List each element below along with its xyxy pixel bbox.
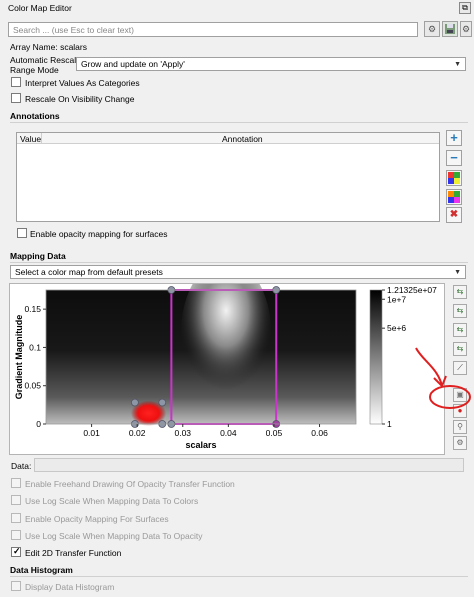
chevron-down-icon: ▼: [454, 269, 461, 276]
heatmap-chart[interactable]: 0.01 0.02 0.03 0.04 0.05 0.06 0 0.05 0.1 0.15 scal…: [10, 260, 446, 456]
mapping-separator: [10, 262, 468, 263]
edit-2d-tf-label: Edit 2D Transfer Function: [25, 548, 122, 558]
rescale-visibility-label: Rescale On Visibility Change: [25, 94, 135, 104]
edit-2d-tf-checkbox[interactable]: ✓: [11, 546, 21, 557]
log-opacity-checkbox[interactable]: [11, 530, 21, 540]
rescale-mode-value: Grow and update on 'Apply': [81, 59, 185, 69]
preset-select[interactable]: Select a color map from default presets …: [10, 265, 466, 279]
colorbar-tick-label: 1e+7: [387, 294, 406, 304]
rescale-label-line1: Automatic Rescale: [10, 55, 81, 65]
x-tick-label: 0.01: [83, 428, 100, 438]
annotations-heading: Annotations: [10, 111, 60, 121]
chevron-down-icon: ▼: [454, 61, 461, 68]
rescale-mode-select[interactable]: Grow and update on 'Apply' ▼: [76, 57, 466, 71]
preset-select-value: Select a color map from default presets: [15, 267, 163, 277]
delete-annotations-button[interactable]: ✖: [446, 207, 462, 223]
control-point-handle: [158, 398, 167, 407]
colorbar-tick-label: 5e+6: [387, 323, 406, 333]
y-tick-label: 0.15: [24, 304, 41, 314]
annotations-table-header: Value Annotation: [17, 133, 439, 144]
x-tick-label: 0.06: [311, 428, 328, 438]
gear-icon[interactable]: ⚙: [424, 21, 440, 37]
y-tick-label: 0.1: [29, 342, 41, 352]
display-histogram-checkbox[interactable]: [11, 581, 21, 591]
checkmark-icon: ✓: [13, 546, 21, 556]
log-colors-checkbox[interactable]: [11, 495, 21, 505]
mapping-data-heading: Mapping Data: [10, 251, 66, 261]
colorbar-tick-label: 1: [387, 419, 392, 429]
interpret-categories-label: Interpret Values As Categories: [25, 78, 140, 88]
log-opacity-label: Use Log Scale When Mapping Data To Opaci…: [25, 531, 203, 541]
opacity-surfaces-label: Enable opacity mapping for surfaces: [30, 229, 168, 239]
interpret-categories-checkbox[interactable]: [11, 77, 21, 87]
save-preset-icon[interactable]: [442, 21, 458, 37]
log-colors-label: Use Log Scale When Mapping Data To Color…: [25, 496, 199, 506]
x-tick-label: 0.05: [266, 428, 283, 438]
data-label: Data:: [11, 461, 32, 471]
rescale-to-data-icon[interactable]: ⇆: [453, 285, 467, 299]
x-axis-label: scalars: [185, 440, 216, 450]
freehand-checkbox[interactable]: [11, 478, 21, 488]
x-tick-label: 0.03: [174, 428, 191, 438]
gear-icon[interactable]: ⚙: [453, 436, 467, 450]
title-bar: Color Map Editor ⧉: [0, 0, 474, 18]
annotations-table[interactable]: Value Annotation: [16, 132, 440, 222]
window-title: Color Map Editor: [8, 3, 72, 13]
float-window-button[interactable]: ⧉: [459, 2, 471, 14]
histogram-separator: [10, 576, 468, 577]
annotations-separator: [10, 122, 468, 123]
rescale-label-line2: Range Mode: [10, 65, 59, 75]
opacity-surfaces-checkbox[interactable]: [17, 228, 27, 238]
y-axis-label: Gradient Magnitude: [14, 315, 24, 400]
freehand-label: Enable Freehand Drawing Of Opacity Trans…: [25, 479, 235, 489]
rescale-visible-icon[interactable]: ⇆: [453, 323, 467, 337]
rescale-visibility-checkbox[interactable]: [11, 93, 21, 103]
remove-annotation-button[interactable]: −: [446, 150, 462, 166]
array-name-label: Array Name: scalars: [10, 42, 87, 52]
data-field: [34, 458, 464, 472]
column-divider: [41, 133, 42, 144]
colorbar: [369, 289, 383, 425]
display-histogram-label: Display Data Histogram: [25, 582, 115, 592]
transfer-function-plot[interactable]: 0.01 0.02 0.03 0.04 0.05 0.06 0 0.05 0.1 0.15 scal…: [9, 260, 446, 456]
toggle-advanced-icon[interactable]: ⚙: [460, 21, 472, 37]
y-tick-label: 0.05: [24, 381, 41, 391]
x-tick-label: 0.04: [220, 428, 237, 438]
red-annotation-mark: [415, 347, 471, 409]
add-annotation-button[interactable]: +: [446, 130, 462, 146]
add-visible-values-icon[interactable]: [446, 189, 462, 205]
annotation-column-header[interactable]: Annotation: [222, 134, 263, 144]
opacity-mapping-label: Enable Opacity Mapping For Surfaces: [25, 514, 169, 524]
value-column-header[interactable]: Value: [20, 134, 41, 144]
y-tick-label: 0: [36, 419, 41, 429]
opacity-mapping-checkbox[interactable]: [11, 513, 21, 523]
data-histogram-heading: Data Histogram: [10, 565, 73, 575]
rescale-custom-icon[interactable]: ⇆: [453, 304, 467, 318]
control-point-handle: [130, 398, 139, 407]
search-input[interactable]: Search ... (use Esc to clear text): [8, 22, 418, 37]
x-tick-label: 0.02: [129, 428, 146, 438]
add-active-values-icon[interactable]: [446, 170, 462, 186]
